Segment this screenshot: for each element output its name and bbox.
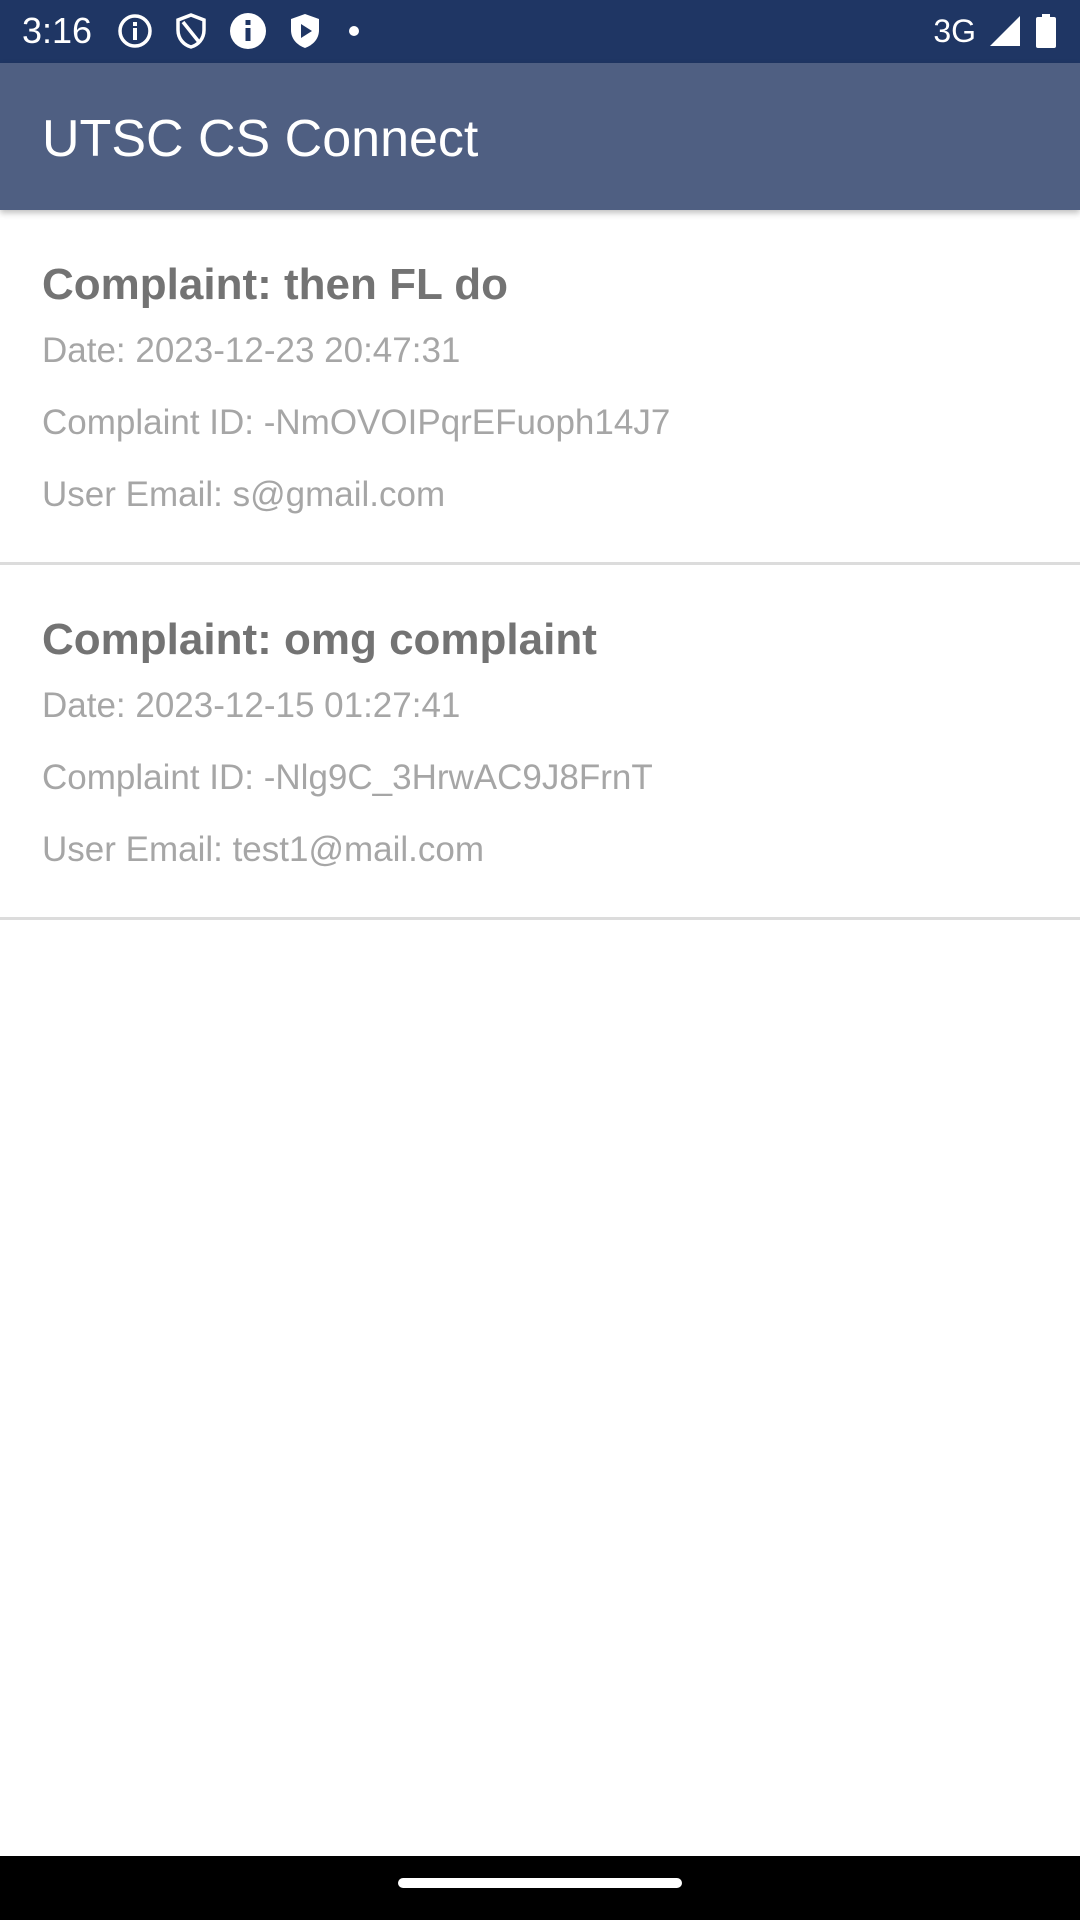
complaint-user-email: User Email: s@gmail.com bbox=[42, 475, 446, 514]
complaint-date: Date: 2023-12-15 01:27:41 bbox=[42, 686, 461, 725]
complaint-user-email: User Email: test1@mail.com bbox=[42, 830, 485, 869]
status-bar: 3:16 3G bbox=[0, 0, 1080, 63]
complaint-id: Complaint ID: -NmOVOIPqrEFuoph14J7 bbox=[42, 403, 671, 442]
complaint-id: Complaint ID: -Nlg9C_3HrwAC9J8FrnT bbox=[42, 758, 653, 797]
notification-icons bbox=[116, 11, 366, 51]
status-time: 3:16 bbox=[22, 10, 93, 51]
complaint-list-item[interactable]: Complaint: omg complaint Date: 2023-12-1… bbox=[0, 565, 1080, 920]
battery-icon bbox=[1034, 13, 1058, 49]
info-outline-icon bbox=[116, 12, 154, 50]
app-bar: UTSC CS Connect bbox=[0, 63, 1080, 210]
complaint-title: Complaint: omg complaint bbox=[42, 615, 597, 664]
dot-icon bbox=[342, 12, 366, 50]
complaint-list-item[interactable]: Complaint: then FL do Date: 2023-12-23 2… bbox=[0, 210, 1080, 565]
network-type: 3G bbox=[933, 13, 976, 49]
system-icons: 3G bbox=[933, 11, 1058, 51]
app-title: UTSC CS Connect bbox=[42, 110, 479, 168]
signal-icon bbox=[988, 14, 1022, 48]
home-gesture-handle[interactable] bbox=[398, 1878, 682, 1888]
complaint-title: Complaint: then FL do bbox=[42, 260, 509, 309]
navigation-bar bbox=[0, 1856, 1080, 1920]
complaint-list: Complaint: then FL do Date: 2023-12-23 2… bbox=[0, 210, 1080, 920]
info-filled-icon bbox=[228, 11, 268, 51]
complaint-date: Date: 2023-12-23 20:47:31 bbox=[42, 331, 461, 370]
shield-icon bbox=[174, 12, 208, 50]
play-shield-icon bbox=[288, 12, 322, 50]
